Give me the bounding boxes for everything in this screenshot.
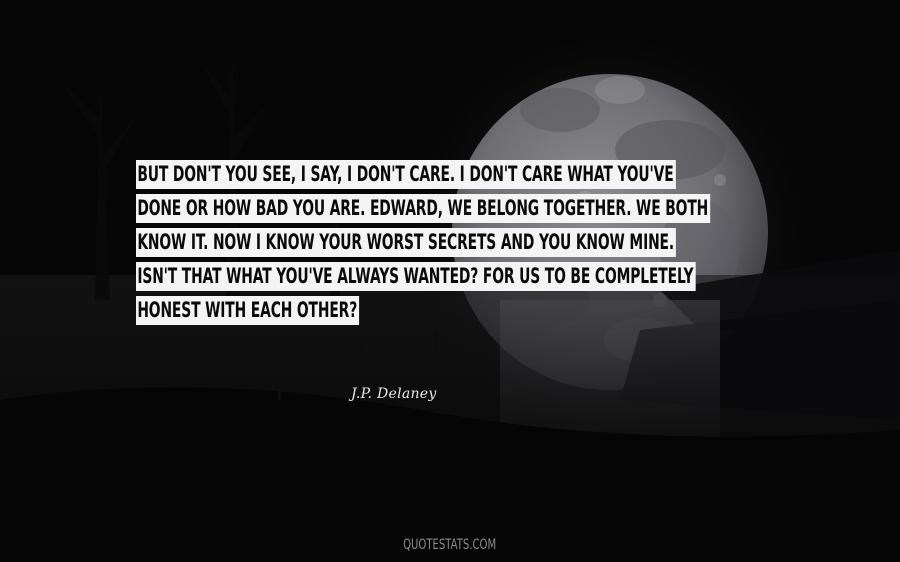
quote-author: J.P. Delaney xyxy=(351,386,437,402)
quote-line: ISN'T THAT WHAT YOU'VE ALWAYS WANTED? FO… xyxy=(136,262,776,296)
quote-card: BUT DON'T YOU SEE, I SAY, I DON'T CARE. … xyxy=(0,0,900,562)
site-watermark[interactable]: QUOTESTATS.COM xyxy=(0,537,900,553)
quote-line: BUT DON'T YOU SEE, I SAY, I DON'T CARE. … xyxy=(136,160,776,194)
quote-line: DONE OR HOW BAD YOU ARE. EDWARD, WE BELO… xyxy=(136,194,776,228)
quote-text-block: BUT DON'T YOU SEE, I SAY, I DON'T CARE. … xyxy=(136,160,776,330)
quote-line: HONEST WITH EACH OTHER? xyxy=(136,296,776,330)
quote-line: KNOW IT. NOW I KNOW YOUR WORST SECRETS A… xyxy=(136,228,776,262)
